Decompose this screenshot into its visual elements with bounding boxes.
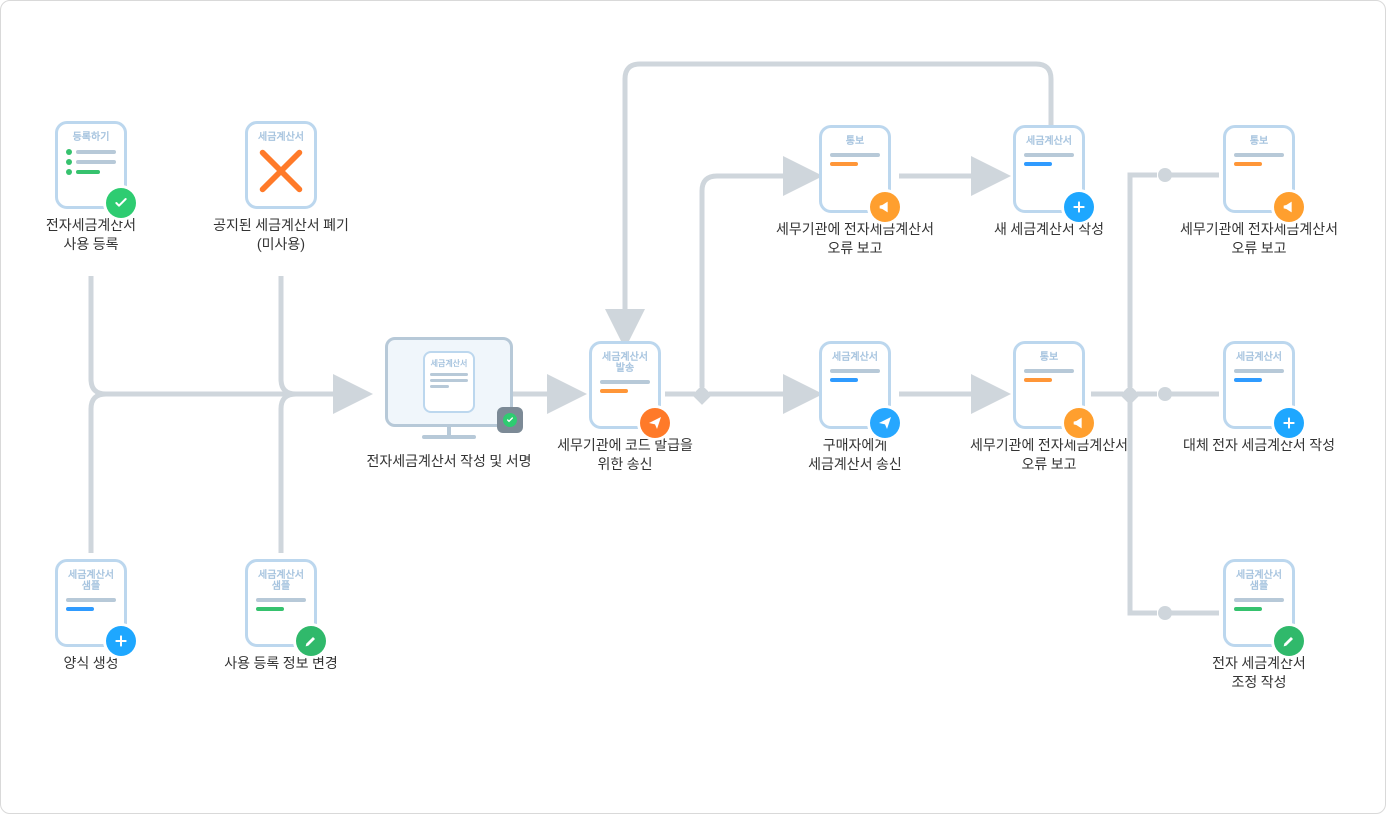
- check-icon: [106, 188, 136, 218]
- doc-title: 세금계산서: [1234, 352, 1284, 363]
- node-label: 공지된 세금계산서 폐기 (미사용): [191, 217, 371, 255]
- doc-notify-icon: 통보: [1013, 341, 1085, 429]
- doc-title: 통보: [1234, 136, 1284, 147]
- node-label: 세무기관에 코드 발급을 위한 송신: [535, 437, 715, 475]
- node-label: 전자세금계산서 작성 및 서명: [349, 453, 549, 472]
- node-label: 세무기관에 전자세금계산서 오류 보고: [959, 437, 1139, 475]
- doc-notify-icon: 통보: [1223, 125, 1295, 213]
- node-change-registration: 세금계산서 샘플 사용 등록 정보 변경: [191, 559, 371, 674]
- doc-send-orange-icon: 세금계산서 발송: [589, 341, 661, 429]
- node-send-to-buyer: 세금계산서 구매자에게 세금계산서 송신: [765, 341, 945, 475]
- node-create-sign: 세금계산서 전자세금계산서 작성 및 서명: [349, 337, 549, 472]
- node-label: 새 세금계산서 작성: [959, 221, 1139, 240]
- doc-title: 세금계산서: [430, 358, 468, 369]
- plus-icon: [1064, 192, 1094, 222]
- doc-title: 세금계산서 샘플: [1234, 570, 1284, 592]
- doc-invoice-plus-icon: 세금계산서: [1013, 125, 1085, 213]
- doc-title: 세금계산서: [830, 352, 880, 363]
- doc-register-icon: 등록하기: [55, 121, 127, 209]
- doc-invoice-plus-icon: 세금계산서: [1223, 341, 1295, 429]
- node-label: 세무기관에 전자세금계산서 오류 보고: [1169, 221, 1349, 259]
- doc-title: 등록하기: [66, 132, 116, 143]
- send-icon: [870, 408, 900, 438]
- plus-icon: [106, 626, 136, 656]
- node-label: 대체 전자 세금계산서 작성: [1169, 437, 1349, 456]
- node-create-form: 세금계산서 샘플 양식 생성: [1, 559, 181, 674]
- node-label: 세무기관에 전자세금계산서 오류 보고: [765, 221, 945, 259]
- megaphone-icon: [1064, 408, 1094, 438]
- plus-icon: [1274, 408, 1304, 438]
- node-label: 전자세금계산서 사용 등록: [1, 217, 181, 255]
- doc-title: 통보: [830, 136, 880, 147]
- send-icon: [640, 408, 670, 438]
- doc-discard-icon: 세금계산서: [245, 121, 317, 209]
- doc-title: 세금계산서: [1024, 136, 1074, 147]
- node-create-adjustment: 세금계산서 샘플 전자 세금계산서 조정 작성: [1169, 559, 1349, 693]
- doc-sample-plus-icon: 세금계산서 샘플: [55, 559, 127, 647]
- doc-title: 세금계산서 샘플: [66, 570, 116, 592]
- doc-title: 세금계산서: [256, 132, 306, 143]
- stamp-check-icon: [497, 407, 523, 433]
- node-create-new-invoice: 세금계산서 새 세금계산서 작성: [959, 125, 1139, 240]
- doc-title: 세금계산서 발송: [600, 352, 650, 374]
- pencil-icon: [296, 626, 326, 656]
- doc-sample-edit-icon: 세금계산서 샘플: [245, 559, 317, 647]
- doc-title: 세금계산서 샘플: [256, 570, 306, 592]
- monitor-icon: 세금계산서: [379, 337, 519, 445]
- doc-notify-icon: 통보: [819, 125, 891, 213]
- doc-title: 통보: [1024, 352, 1074, 363]
- node-report-error-top: 통보 세무기관에 전자세금계산서 오류 보고: [765, 125, 945, 259]
- x-icon: [258, 146, 304, 196]
- diagram-canvas: 등록하기 전자세금계산서 사용 등록 세금계산서 공지된 세금계산서 폐기 (미…: [0, 0, 1386, 814]
- doc-sample-edit-icon: 세금계산서 샘플: [1223, 559, 1295, 647]
- megaphone-icon: [1274, 192, 1304, 222]
- megaphone-icon: [870, 192, 900, 222]
- node-label: 사용 등록 정보 변경: [191, 655, 371, 674]
- node-create-replacement: 세금계산서 대체 전자 세금계산서 작성: [1169, 341, 1349, 456]
- node-discard-invoice: 세금계산서 공지된 세금계산서 폐기 (미사용): [191, 121, 371, 255]
- node-label: 전자 세금계산서 조정 작성: [1169, 655, 1349, 693]
- node-label: 구매자에게 세금계산서 송신: [765, 437, 945, 475]
- node-register-usage: 등록하기 전자세금계산서 사용 등록: [1, 121, 181, 255]
- node-report-error-right: 통보 세무기관에 전자세금계산서 오류 보고: [1169, 125, 1349, 259]
- doc-send-blue-icon: 세금계산서: [819, 341, 891, 429]
- node-label: 양식 생성: [1, 655, 181, 674]
- node-report-error-mid: 통보 세무기관에 전자세금계산서 오류 보고: [959, 341, 1139, 475]
- node-send-for-code: 세금계산서 발송 세무기관에 코드 발급을 위한 송신: [535, 341, 715, 475]
- pencil-icon: [1274, 626, 1304, 656]
